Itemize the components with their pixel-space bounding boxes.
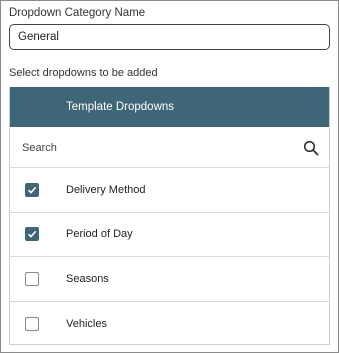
checkbox[interactable] [25, 271, 39, 286]
select-dropdowns-label: Select dropdowns to be added [9, 67, 158, 79]
list-item-label: Period of Day [66, 228, 133, 241]
list-item[interactable]: Period of Day [10, 213, 329, 257]
list-item-label: Delivery Method [66, 183, 146, 196]
checkmark-icon [27, 231, 37, 239]
template-dropdowns-panel: Template Dropdowns Delivery Method Perio… [9, 87, 330, 345]
checkmark-icon [27, 186, 37, 194]
list-item[interactable]: Seasons [10, 257, 329, 302]
checkbox[interactable] [25, 182, 39, 197]
search-row [10, 127, 329, 168]
list-item-label: Seasons [66, 272, 109, 285]
checkbox[interactable] [25, 227, 39, 242]
search-icon[interactable] [303, 140, 319, 156]
checkbox[interactable] [25, 316, 39, 331]
panel-header-title: Template Dropdowns [66, 101, 175, 113]
category-name-label: Dropdown Category Name [9, 7, 146, 19]
category-name-input[interactable] [9, 24, 330, 50]
list-item-label: Vehicles [66, 317, 107, 330]
dialog-frame: Dropdown Category Name Select dropdowns … [0, 0, 339, 353]
search-input[interactable] [22, 138, 292, 158]
list-item[interactable]: Delivery Method [10, 168, 329, 213]
panel-header: Template Dropdowns [10, 87, 329, 127]
list-item[interactable]: Vehicles [10, 302, 329, 347]
